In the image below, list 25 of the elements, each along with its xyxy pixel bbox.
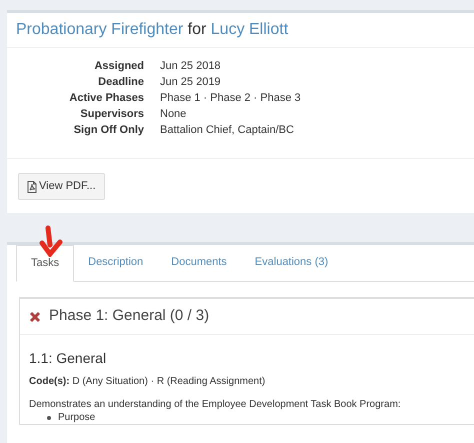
detail-value: None <box>160 107 186 122</box>
detail-label: Supervisors <box>79 107 144 122</box>
for-text: for <box>188 21 206 38</box>
detail-label: Active Phases <box>68 91 144 106</box>
detail-value: Jun 25 2018 <box>160 59 221 74</box>
phase-title: Phase 1: General (0 / 3) <box>49 306 210 326</box>
pdf-file-icon <box>27 180 37 192</box>
position-link[interactable]: Probationary Firefighter <box>16 21 184 38</box>
tab[interactable]: Tasks <box>16 245 74 282</box>
task-codes: Code(s): D (Any Situation) · R (Reading Assignment) <box>29 375 266 388</box>
detail-value: Phase 1 · Phase 2 · Phase 3 <box>160 91 301 106</box>
tab[interactable]: Documents <box>157 244 241 281</box>
view-pdf-button[interactable]: View PDF... <box>18 173 105 200</box>
tab[interactable]: Description <box>74 244 158 281</box>
task-title: 1.1: General <box>29 349 108 367</box>
bullet-icon <box>47 416 51 420</box>
detail-value: Jun 25 2019 <box>160 75 221 90</box>
detail-label: Deadline <box>97 75 144 90</box>
task-description: Demonstrates an understanding of the Employee Development Task Book Program: <box>29 398 402 411</box>
tab[interactable]: Evaluations (3) <box>240 244 342 281</box>
detail-label: Assigned <box>93 59 144 74</box>
detail-label: Sign Off Only <box>72 123 144 138</box>
person-link[interactable]: Lucy Elliott <box>210 21 288 38</box>
bullet-text: Purpose <box>58 411 96 424</box>
detail-value: Battalion Chief, Captain/BC <box>160 123 294 138</box>
